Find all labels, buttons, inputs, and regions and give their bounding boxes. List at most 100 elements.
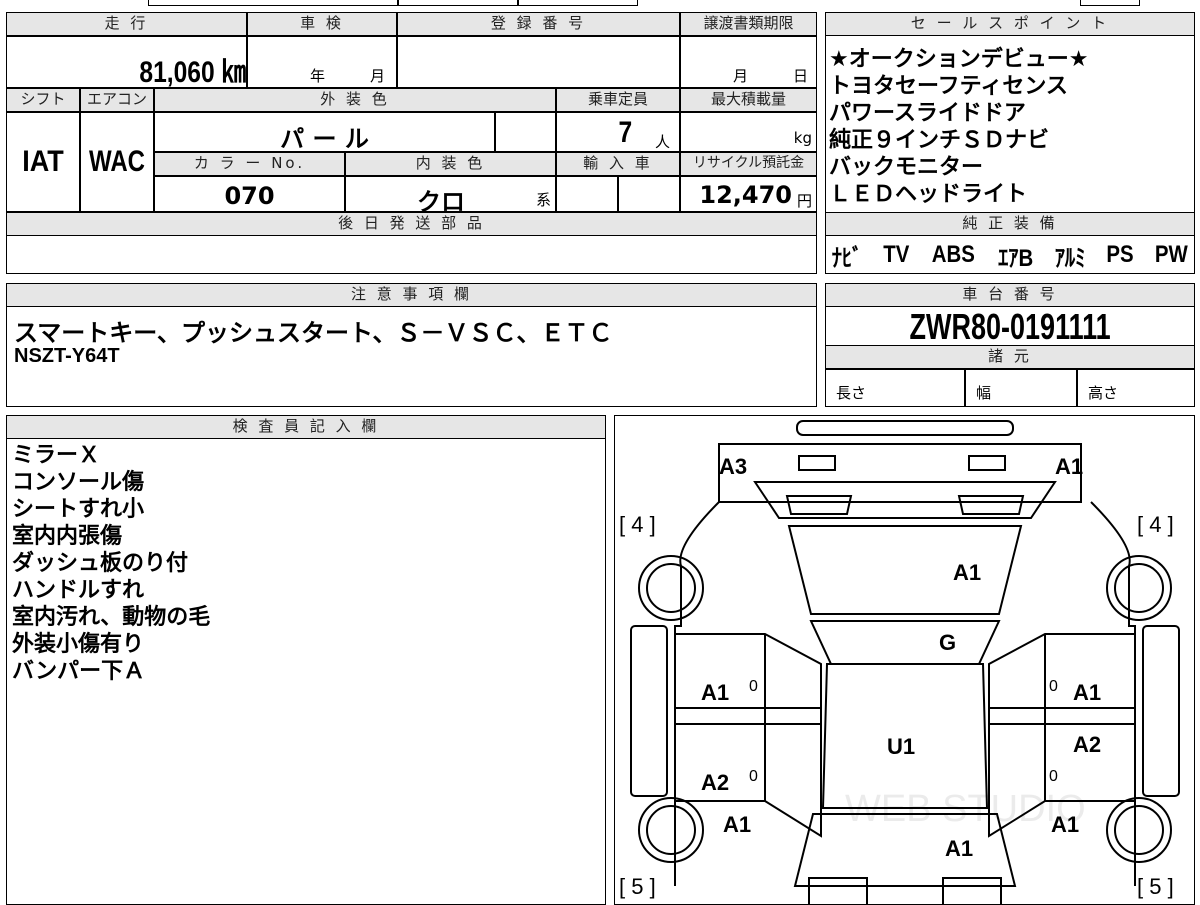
capacity-value: 7: [618, 116, 633, 149]
equipment-ps: PS: [1106, 241, 1134, 268]
damage-roof: U1: [887, 734, 916, 759]
inspector-note: 外装小傷有り: [12, 632, 145, 657]
damage-rear-left: A3: [719, 454, 748, 479]
mark-zero: 0: [749, 768, 758, 785]
sales-point-item: トヨタセーフティセンス: [829, 74, 1068, 99]
sales-point-item: パワースライドドア: [829, 101, 1026, 126]
mileage-cell: 81,060 ㎞: [6, 36, 247, 89]
mileage-header: 走 行: [6, 12, 247, 36]
recycle-value: 12,470: [699, 181, 792, 209]
exterior-color-value: パ ー ル: [280, 125, 369, 153]
top-strip-4: [1080, 0, 1140, 6]
sales-points-header: セ ー ル ス ポ イ ン ト: [825, 12, 1195, 36]
spec-header: 諸 元: [825, 345, 1195, 369]
genuine-equipment-header: 純 正 装 備: [825, 212, 1195, 236]
mark-zero: 0: [749, 678, 758, 695]
inspector-note: コンソール傷: [12, 470, 145, 495]
mark-zero: 0: [1049, 768, 1058, 785]
chassis-header: 車 台 番 号: [825, 283, 1195, 307]
damage-glass: G: [939, 630, 957, 655]
interior-color-header: 内 装 色: [345, 152, 556, 176]
damage-fender-front-left: A1: [723, 812, 752, 837]
inspector-notes-list: ミラーＸ コンソール傷 シートすれ小 室内内張傷 ダッシュ板のり付 ハンドルすれ…: [12, 442, 210, 685]
top-strip-2: [398, 0, 518, 6]
width-label: 幅: [976, 384, 992, 402]
interior-color-suffix: 系: [535, 191, 551, 209]
transfer-day-unit: 日: [793, 67, 809, 85]
max-load-unit: kg: [793, 129, 812, 147]
equipment-abs: ABS: [931, 241, 975, 268]
transfer-month-unit: 月: [733, 67, 749, 85]
import-header: 輸 入 車: [556, 152, 680, 176]
inspector-header: 検 査 員 記 入 欄: [6, 415, 606, 439]
length-label: 長さ: [836, 384, 867, 402]
aircon-header: エアコン: [80, 88, 154, 112]
equipment-alloy: ｱﾙﾐ: [1054, 244, 1086, 272]
exterior-color-cell: パ ー ル: [154, 112, 495, 153]
max-load-header: 最大積載量: [680, 88, 817, 112]
sales-point-item: ＬＥＤヘッドライト: [829, 182, 1028, 207]
equipment-navi: ﾅﾋﾞ: [831, 244, 863, 272]
inspector-note: ミラーＸ: [12, 443, 101, 468]
sales-point-item: 純正９インチＳＤナビ: [829, 128, 1050, 153]
chassis-number: ZWR80-0191111: [909, 306, 1111, 347]
shift-header: シフト: [6, 88, 80, 112]
damage-rear-right: A1: [1055, 454, 1084, 479]
max-load-cell: kg: [680, 112, 817, 152]
height-cell: 高さ: [1077, 369, 1195, 407]
equipment-pw: PW: [1155, 241, 1189, 268]
car-outline-svg: [630, 420, 1180, 904]
inspector-note: バンパー下Ａ: [12, 659, 146, 684]
chassis-number-cell: ZWR80-0191111: [825, 306, 1195, 347]
inspection-cell: 年 月: [247, 36, 397, 88]
mark-zero: 0: [1049, 678, 1058, 695]
capacity-unit: 人: [655, 133, 671, 151]
sales-points-list: ★オークションデビュー★ トヨタセーフティセンス パワースライドドア 純正９イン…: [829, 46, 1191, 208]
damage-door-left-lower: A2: [701, 770, 730, 795]
damage-hood: A1: [945, 836, 974, 861]
top-strip-3: [518, 0, 638, 6]
inspector-note: 室内内張傷: [12, 524, 123, 549]
color-number-header: カ ラ ー No.: [154, 152, 345, 176]
notes-header: 注 意 事 項 欄: [6, 283, 817, 307]
capacity-header: 乗車定員: [556, 88, 680, 112]
sales-point-item: バックモニター: [829, 155, 984, 180]
shift-value: IAT: [22, 145, 64, 178]
tyre-rear-left: [ 4 ]: [619, 512, 656, 537]
registration-cell: [397, 36, 680, 88]
inspection-month-unit: 月: [370, 67, 386, 85]
interior-color-cell: クロ 系: [345, 176, 556, 216]
transfer-deadline-header: 譲渡書類期限: [680, 12, 817, 36]
notes-line-1: スマートキー、プッシュスタート、Ｓ－ＶＳＣ、ＥＴＣ: [14, 319, 613, 347]
mileage-value: 81,060 ㎞: [139, 56, 246, 89]
recycle-header: リサイクル預託金: [680, 152, 817, 176]
damage-door-right-lower: A2: [1073, 732, 1102, 757]
exterior-color-extra: [495, 112, 556, 152]
aircon-cell: WAC: [80, 112, 154, 212]
tyre-front-left: [ 5 ]: [619, 874, 656, 899]
width-cell: 幅: [965, 369, 1077, 407]
sales-point-item: ★オークションデビュー★: [829, 47, 1089, 72]
watermark: WEB STUDIO: [845, 788, 1086, 830]
transfer-deadline-cell: 月 日: [680, 36, 817, 88]
inspector-note: ハンドルすれ: [12, 578, 145, 603]
shift-cell: IAT: [6, 112, 80, 212]
inspector-note: 室内汚れ、動物の毛: [12, 605, 211, 630]
car-diagram: A3 A1 [ 4 ] [ 4 ] A1 G A1 A1 U1 A2 A2 A1…: [614, 415, 1195, 905]
exterior-color-header: 外 装 色: [154, 88, 556, 112]
import-cell-b: [618, 176, 680, 212]
damage-door-right-upper: A1: [1073, 680, 1102, 705]
inspector-note: ダッシュ板のり付: [12, 551, 189, 576]
recycle-unit: 円: [796, 192, 812, 210]
damage-roof-rear: A1: [953, 560, 982, 585]
inspector-note: シートすれ小: [12, 497, 145, 522]
genuine-equipment-list: ﾅﾋﾞ TV ABS ｴｱB ｱﾙﾐ PS PW: [829, 238, 1191, 272]
recycle-cell: 12,470 円: [680, 176, 817, 212]
inspection-header: 車 検: [247, 12, 397, 36]
import-cell-a: [556, 176, 618, 212]
top-strip-1: [148, 0, 398, 6]
tyre-front-right: [ 5 ]: [1137, 874, 1174, 899]
color-number-value: 070: [224, 182, 275, 210]
equipment-airbag: ｴｱB: [997, 244, 1033, 272]
height-label: 高さ: [1088, 384, 1119, 402]
